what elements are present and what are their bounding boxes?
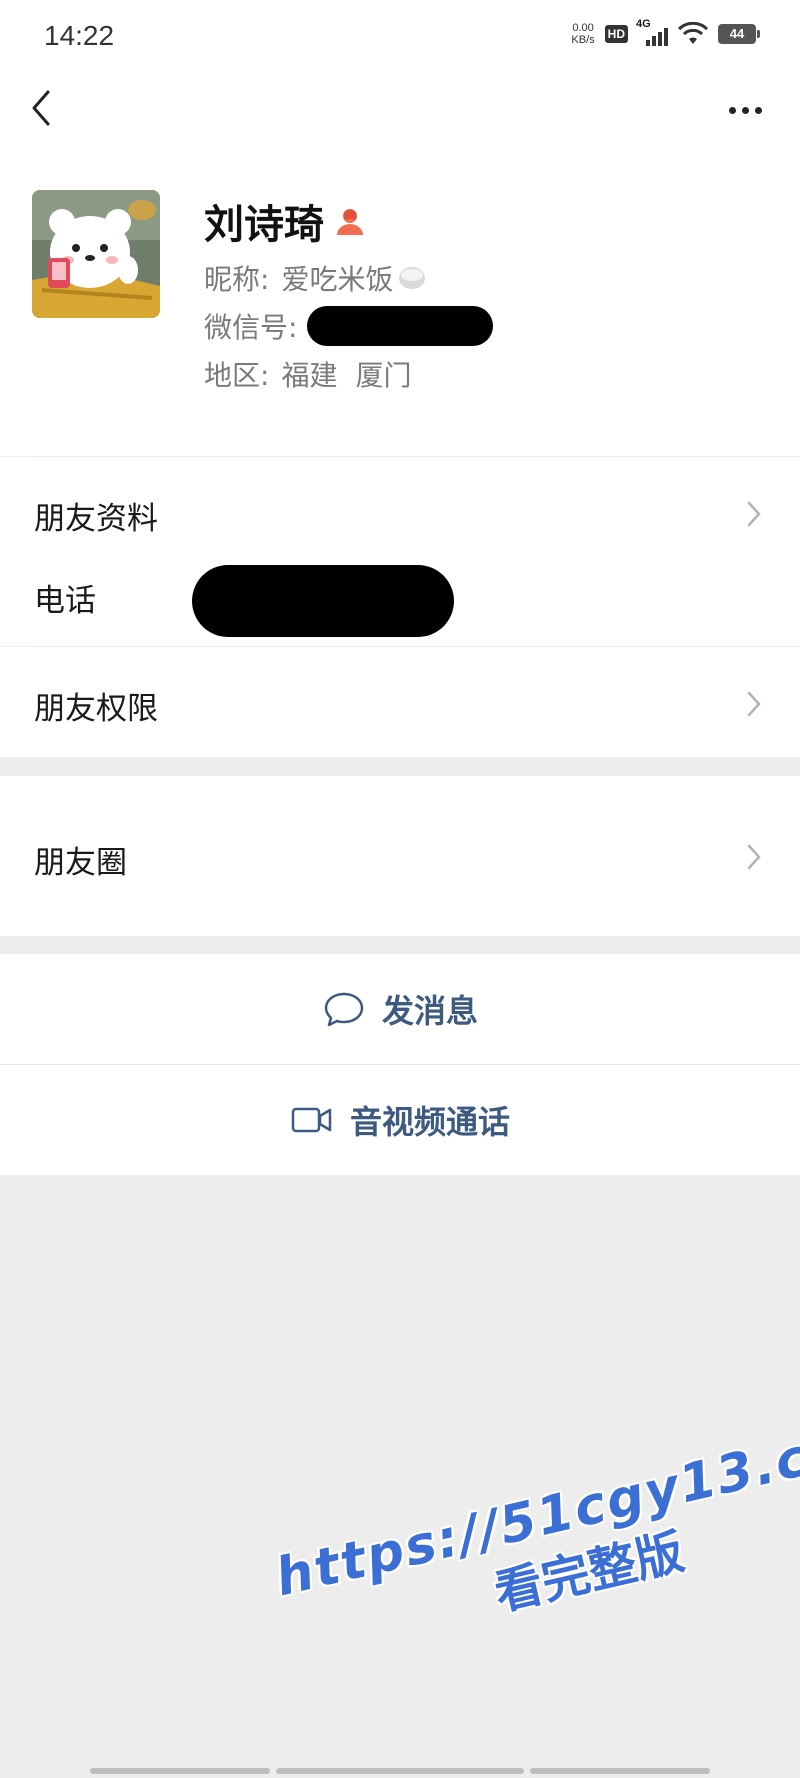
- status-time: 14:22: [44, 20, 115, 51]
- ellipsis-icon: [728, 106, 736, 114]
- status-bar: 14:22 0.00 KB/s HD 4G 44: [0, 0, 800, 72]
- female-user-icon: [337, 209, 363, 235]
- watermark-text: 看完整版: [489, 1523, 690, 1622]
- nickname-value: 爱吃米饭: [281, 263, 394, 296]
- wifi-icon: [678, 22, 708, 44]
- watermark: https://51cgy13.com 看完整版: [270, 1406, 800, 1775]
- redacted-wechat-id: [307, 306, 494, 346]
- hd-badge: HD: [604, 25, 628, 43]
- profile-header: 刘诗琦 昵称: 爱吃米饭 微信号: 地区: 福建 厦门: [0, 148, 800, 456]
- nav-bar: [0, 72, 800, 148]
- wechat-id-label: 微信号:: [204, 311, 298, 344]
- network-type: 4G: [636, 18, 651, 30]
- region-city: 厦门: [355, 359, 412, 392]
- region-province: 福建: [281, 359, 338, 392]
- moments-label: 朋友圈: [34, 845, 127, 881]
- send-message-button[interactable]: 发消息: [0, 954, 800, 1064]
- av-call-button[interactable]: 音视频通话: [0, 1065, 800, 1175]
- battery-icon: 44: [718, 24, 760, 44]
- watermark-url: https://51cgy13.com: [270, 1406, 800, 1609]
- row-phone: 电话: [0, 549, 800, 646]
- video-camera-icon: [291, 1107, 332, 1133]
- home-indicator: [530, 1768, 710, 1774]
- network-speed-unit: KB/s: [571, 34, 595, 46]
- chevron-right-icon: [747, 691, 761, 717]
- friend-info-label: 朋友资料: [34, 501, 158, 537]
- avatar[interactable]: [32, 190, 160, 318]
- row-friend-permissions[interactable]: 朋友权限: [0, 647, 800, 757]
- chevron-right-icon: [747, 844, 761, 870]
- row-moments[interactable]: 朋友圈: [0, 776, 800, 936]
- network-speed-value: 0.00: [572, 22, 594, 34]
- status-icons: 0.00 KB/s HD 4G 44: [571, 18, 760, 46]
- chevron-right-icon: [747, 501, 761, 527]
- wechat-id-line: 微信号:: [204, 306, 494, 346]
- bear-avatar-image: [32, 190, 160, 318]
- contact-name: 刘诗琦: [204, 202, 324, 248]
- cellular-signal-icon: 4G: [636, 18, 668, 46]
- region-line: 地区: 福建 厦门: [204, 354, 411, 394]
- chat-bubble-icon: [324, 992, 364, 1027]
- home-indicator: [90, 1768, 270, 1774]
- name-row: 刘诗琦: [204, 192, 366, 250]
- send-message-label: 发消息: [381, 992, 478, 1030]
- phone-label: 电话: [34, 583, 96, 619]
- nickname-label: 昵称:: [204, 263, 270, 296]
- region-label: 地区:: [204, 359, 270, 392]
- network-speed: 0.00 KB/s: [571, 22, 594, 46]
- chevron-left-icon: [32, 90, 50, 126]
- friend-permissions-label: 朋友权限: [34, 691, 158, 727]
- nickname-line: 昵称: 爱吃米饭: [204, 258, 427, 298]
- more-button[interactable]: [720, 90, 770, 130]
- row-friend-info[interactable]: 朋友资料: [0, 457, 800, 549]
- rice-bowl-icon: [399, 267, 426, 289]
- home-indicator: [276, 1768, 524, 1774]
- back-button[interactable]: [20, 86, 64, 130]
- redacted-phone-number: [192, 565, 454, 637]
- av-call-label: 音视频通话: [349, 1103, 510, 1141]
